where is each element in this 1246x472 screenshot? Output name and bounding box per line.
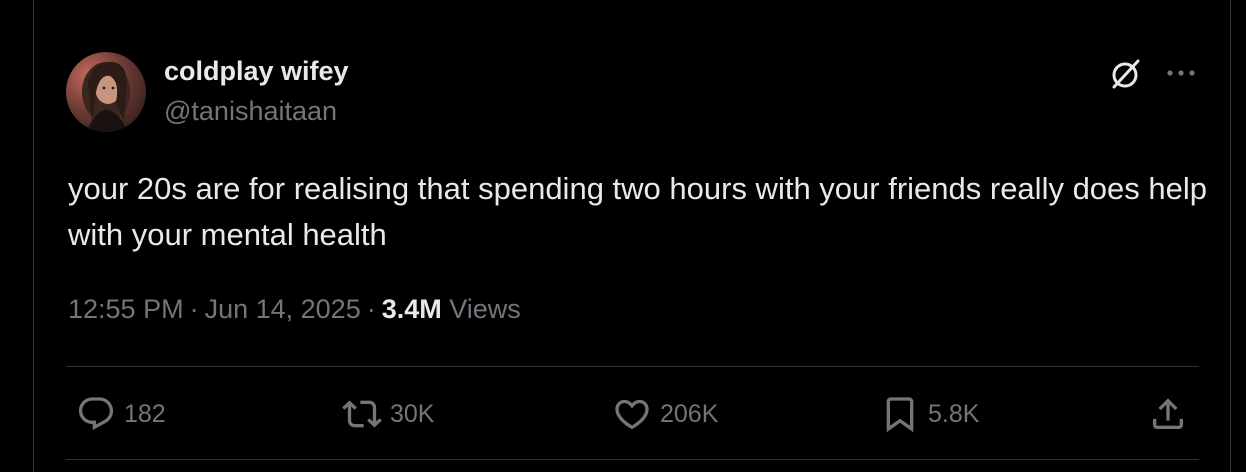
divider-top: [66, 366, 1199, 367]
reply-button[interactable]: 182: [76, 394, 166, 434]
repost-icon: [342, 400, 382, 428]
bookmark-button[interactable]: 5.8K: [880, 394, 979, 434]
heart-icon: [615, 399, 649, 430]
meta-separator: ·: [366, 294, 376, 324]
like-count: 206K: [660, 399, 719, 428]
like-button[interactable]: 206K: [612, 394, 718, 434]
avatar-photo: [66, 52, 146, 132]
share-icon: [1153, 398, 1183, 429]
divider-bottom: [66, 459, 1199, 460]
bookmark-count: 5.8K: [928, 399, 980, 428]
author-handle[interactable]: @tanishaitaan: [164, 96, 337, 127]
bookmark-icon: [886, 397, 914, 433]
repost-button[interactable]: 30K: [342, 394, 434, 434]
views-count[interactable]: 3.4M: [382, 294, 442, 324]
tweet-metadata: 12:55 PM · Jun 14, 2025 · 3.4M Views: [68, 294, 521, 325]
share-button[interactable]: [1148, 394, 1188, 434]
reply-count: 182: [124, 399, 166, 428]
repost-count: 30K: [390, 399, 435, 428]
author-display-name[interactable]: coldplay wifey: [164, 56, 349, 87]
grok-icon[interactable]: [1108, 56, 1144, 92]
more-horizontal-icon[interactable]: [1164, 58, 1198, 88]
tweet-time[interactable]: 12:55 PM: [68, 294, 184, 324]
grok-icon-graphic: [1112, 59, 1140, 89]
avatar[interactable]: [66, 52, 146, 132]
views-label: Views: [449, 294, 521, 324]
tweet-date[interactable]: Jun 14, 2025: [205, 294, 361, 324]
meta-separator: ·: [189, 294, 199, 324]
tweet-text: your 20s are for realising that spending…: [68, 171, 1208, 252]
more-dots: [1167, 70, 1195, 76]
reply-icon: [78, 397, 114, 431]
